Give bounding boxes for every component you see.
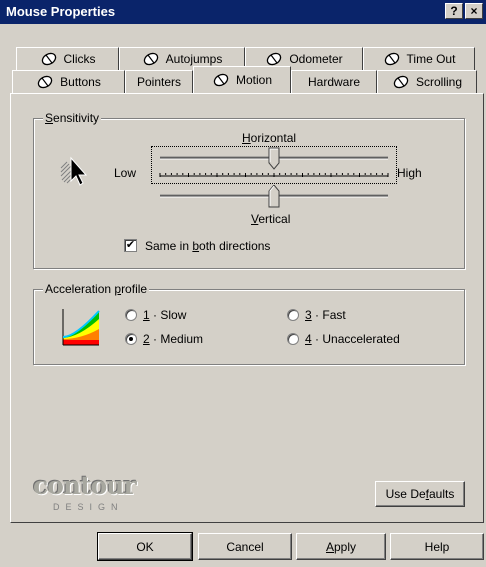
acceleration-curve-icon [62, 308, 100, 346]
radio-unaccelerated-label: 4 · Unaccelerated [305, 332, 400, 346]
pointer-speed-icon [60, 156, 88, 186]
low-label: Low [114, 166, 137, 180]
tab-label: Motion [235, 73, 273, 87]
apply-button[interactable]: Apply [296, 533, 386, 560]
window-title: Mouse Properties [6, 4, 116, 19]
help-title-button[interactable]: ? [445, 3, 463, 19]
tab-motion[interactable]: Motion [193, 66, 291, 93]
tab-hardware[interactable]: Hardware [291, 70, 377, 93]
tab-buttons[interactable]: Buttons [12, 70, 125, 93]
horizontal-sensitivity-slider[interactable] [151, 146, 397, 184]
radio-fast-label: 3 · Fast [305, 308, 346, 322]
horizontal-label: Horizontal [242, 131, 297, 145]
tab-scrolling[interactable]: Scrolling [377, 70, 477, 93]
tab-label: Hardware [307, 75, 361, 89]
mouse-properties-window: Mouse Properties ? × Clicks Autojumps Od… [0, 0, 486, 567]
tab-clicks[interactable]: Clicks [16, 47, 119, 70]
vertical-slider-graphic [160, 184, 388, 208]
help-button[interactable]: Help [390, 533, 484, 560]
tab-pointers[interactable]: Pointers [125, 70, 193, 93]
ok-button[interactable]: OK [97, 532, 193, 561]
radio-slow[interactable] [125, 309, 137, 321]
mouse-icon [213, 73, 229, 87]
radio-slow-label: 1 · Slow [143, 308, 187, 322]
title-bar[interactable]: Mouse Properties ? × [0, 0, 486, 24]
cancel-button[interactable]: Cancel [198, 533, 292, 560]
mouse-icon [41, 52, 56, 66]
radio-fast[interactable] [287, 309, 299, 321]
vertical-label: Vertical [251, 212, 291, 226]
tab-label: Pointers [136, 75, 182, 89]
radio-medium[interactable] [125, 333, 137, 345]
sensitivity-group-label: Sensitivity [43, 111, 102, 125]
mouse-icon [384, 52, 399, 66]
vertical-sensitivity-slider[interactable] [152, 184, 396, 211]
radio-medium-label: 2 · Medium [143, 332, 204, 346]
tab-label: Odometer [289, 52, 343, 66]
mouse-icon [37, 75, 53, 89]
high-label: High [397, 166, 422, 180]
same-both-directions-checkbox[interactable]: ✔ [124, 239, 137, 252]
tab-label: Time Out [406, 52, 456, 66]
tab-time-out[interactable]: Time Out [363, 47, 475, 70]
logo-subtitle: DESIGN [53, 502, 124, 512]
contour-design-logo: contour DESIGN [33, 473, 163, 521]
use-defaults-button[interactable]: Use De f aults [375, 481, 465, 507]
radio-unaccelerated[interactable] [287, 333, 299, 345]
motion-panel: Sensitivity Horizontal Low High Vertical… [10, 93, 484, 523]
logo-word: contour [33, 471, 137, 500]
same-both-directions-label: Same in both directions [145, 239, 271, 253]
mouse-icon [393, 75, 409, 89]
horizontal-slider-graphic [159, 147, 389, 177]
tab-label: Scrolling [415, 75, 463, 89]
mouse-icon [267, 52, 282, 66]
mouse-icon [143, 52, 158, 66]
tab-label: Buttons [60, 75, 101, 89]
close-title-button[interactable]: × [465, 3, 483, 19]
tab-label: Clicks [63, 52, 96, 66]
acceleration-group-label: Acceleration profile [43, 282, 150, 296]
tab-label: Autojumps [165, 52, 223, 66]
